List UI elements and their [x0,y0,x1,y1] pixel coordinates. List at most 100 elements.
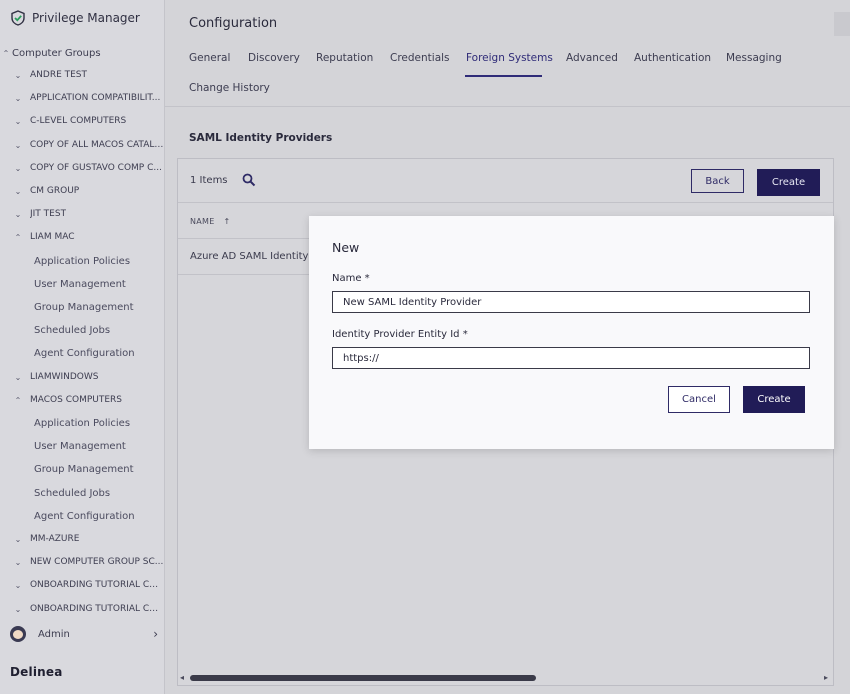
tree-child-label: Application Policies [34,417,131,429]
chevron-up-icon: ⌃ [14,395,22,405]
tree-child-item[interactable]: Group Management [0,298,164,316]
tree-group-item[interactable]: ⌄ APPLICATION COMPATIBILIT... [0,89,164,107]
tree-group-item[interactable]: ⌄ COPY OF GUSTAVO COMP C... [0,159,164,177]
tree-child-item[interactable]: Agent Configuration [0,507,164,525]
sort-arrow-icon: ↑ [223,217,231,226]
items-count: 1 Items [190,175,228,186]
tree-group-item[interactable]: ⌄ ONBOARDING TUTORIAL CO... [0,600,164,612]
computer-groups-tree: ⌃ Computer Groups ⌄ ANDRE TEST ⌄ APPLICATIO… [0,44,164,613]
admin-menu[interactable]: Admin › [10,624,158,644]
column-header-label: NAME [190,217,215,226]
tree-group-item[interactable]: ⌃ MACOS COMPUTERS [0,391,164,409]
footer-brand: Delinea [10,665,63,679]
chevron-down-icon: ⌄ [14,534,22,544]
tree-child-item[interactable]: Application Policies [0,414,164,432]
tree-group-item[interactable]: ⌄ NEW COMPUTER GROUP SC... [0,553,164,571]
chevron-down-icon: ⌄ [14,209,22,219]
tree-child-item[interactable]: Scheduled Jobs [0,484,164,502]
scroll-right-icon[interactable]: ▸ [824,673,828,682]
tab-general[interactable]: General [189,52,230,64]
row-name-cell: Azure AD SAML Identity Pro [190,251,328,262]
tabs-divider [165,106,850,107]
active-tab-indicator [465,75,542,77]
tree-child-label: Application Policies [34,255,131,267]
tab-messaging[interactable]: Messaging [726,52,782,64]
tree-group-item[interactable]: ⌄ MM-AZURE [0,530,164,548]
horizontal-scrollbar[interactable]: ◂ ▸ [178,671,833,685]
tree-group-label: LIAM MAC [30,232,75,242]
table-toolbar: 1 Items Back Create [178,159,833,203]
tree-root-computer-groups[interactable]: ⌃ Computer Groups [0,44,164,62]
tree-group-label: COPY OF GUSTAVO COMP C... [30,163,162,173]
tree-group-label: APPLICATION COMPATIBILIT... [30,93,161,103]
sidebar: Privilege Manager ⌃ Computer Groups ⌄ AND… [0,0,165,694]
scroll-left-icon[interactable]: ◂ [180,673,184,682]
tree-group-label: ANDRE TEST [30,70,88,80]
tree-child-item[interactable]: Group Management [0,460,164,478]
tree-group-item[interactable]: ⌄ COPY OF ALL MACOS CATALI... [0,136,164,154]
create-button[interactable]: Create [757,169,820,196]
tree-group-label: JIT TEST [30,209,67,219]
tree-child-item[interactable]: Agent Configuration [0,344,164,362]
tree-group-item[interactable]: ⌄ JIT TEST [0,205,164,223]
scrollbar-thumb[interactable] [190,675,536,681]
search-icon[interactable] [242,173,256,187]
tab-foreign-systems[interactable]: Foreign Systems [466,52,553,64]
entity-id-field-label: Identity Provider Entity Id * [332,329,468,340]
tree-child-item[interactable]: User Management [0,437,164,455]
tree-child-item[interactable]: Scheduled Jobs [0,321,164,339]
shield-check-icon [11,10,25,26]
tree-group-item[interactable]: ⌄ CM GROUP [0,182,164,200]
chevron-up-icon: ⌃ [14,232,22,242]
page-title: Configuration [189,16,278,31]
chevron-down-icon: ⌄ [14,116,22,126]
tree-group-item[interactable]: ⌄ C-LEVEL COMPUTERS [0,112,164,130]
tree-child-label: Group Management [34,463,134,475]
dialog-title: New [332,240,360,255]
entity-id-input[interactable] [332,347,810,369]
tree-child-item[interactable]: Application Policies [0,252,164,270]
back-button[interactable]: Back [691,169,744,193]
tree-group-item[interactable]: ⌃ LIAM MAC [0,228,164,246]
section-title: SAML Identity Providers [189,132,333,144]
chevron-down-icon: ⌄ [14,163,22,173]
tree-group-item[interactable]: ⌄ ANDRE TEST [0,66,164,84]
tab-discovery[interactable]: Discovery [248,52,300,64]
tree-child-label: User Management [34,440,126,452]
tab-advanced[interactable]: Advanced [566,52,618,64]
chevron-down-icon: ⌄ [14,140,22,150]
tab-credentials[interactable]: Credentials [390,52,450,64]
tree-child-item[interactable]: User Management [0,275,164,293]
tree-group-item[interactable]: ⌄ LIAMWINDOWS [0,368,164,386]
tree-group-item[interactable]: ⌄ ONBOARDING TUTORIAL CO... [0,576,164,594]
tab-reputation[interactable]: Reputation [316,52,373,64]
tree-group-label: MACOS COMPUTERS [30,395,123,405]
tree-group-label: C-LEVEL COMPUTERS [30,116,127,126]
tree-group-label: COPY OF ALL MACOS CATALI... [29,140,164,150]
tree-root-label: Computer Groups [12,47,101,59]
cancel-button[interactable]: Cancel [668,386,730,413]
tree-child-label: Group Management [34,301,134,313]
brand[interactable]: Privilege Manager [10,10,140,26]
tree-group-label: LIAMWINDOWS [30,372,99,382]
tabs: General Discovery Reputation Credentials… [189,44,839,104]
name-field-label: Name * [332,273,370,284]
app-title: Privilege Manager [32,11,140,25]
name-input[interactable] [332,291,810,313]
admin-label: Admin [38,628,70,640]
chevron-down-icon: ⌄ [14,70,22,80]
tab-authentication[interactable]: Authentication [634,52,711,64]
new-identity-provider-dialog: New Name * Identity Provider Entity Id *… [309,216,834,449]
chevron-down-icon: ⌄ [14,604,22,613]
chevron-right-icon: › [153,627,158,641]
chevron-down-icon: ⌄ [14,580,22,590]
dialog-create-button[interactable]: Create [743,386,805,413]
chevron-up-icon: ⌃ [2,48,10,58]
right-edge-control[interactable] [834,12,850,36]
tab-change-history[interactable]: Change History [189,82,270,94]
tree-group-label: MM-AZURE [30,534,80,544]
chevron-down-icon: ⌄ [14,186,22,196]
column-header-name[interactable]: NAME ↑ [190,217,230,226]
tree-child-label: Scheduled Jobs [34,324,111,336]
chevron-down-icon: ⌄ [14,557,22,567]
